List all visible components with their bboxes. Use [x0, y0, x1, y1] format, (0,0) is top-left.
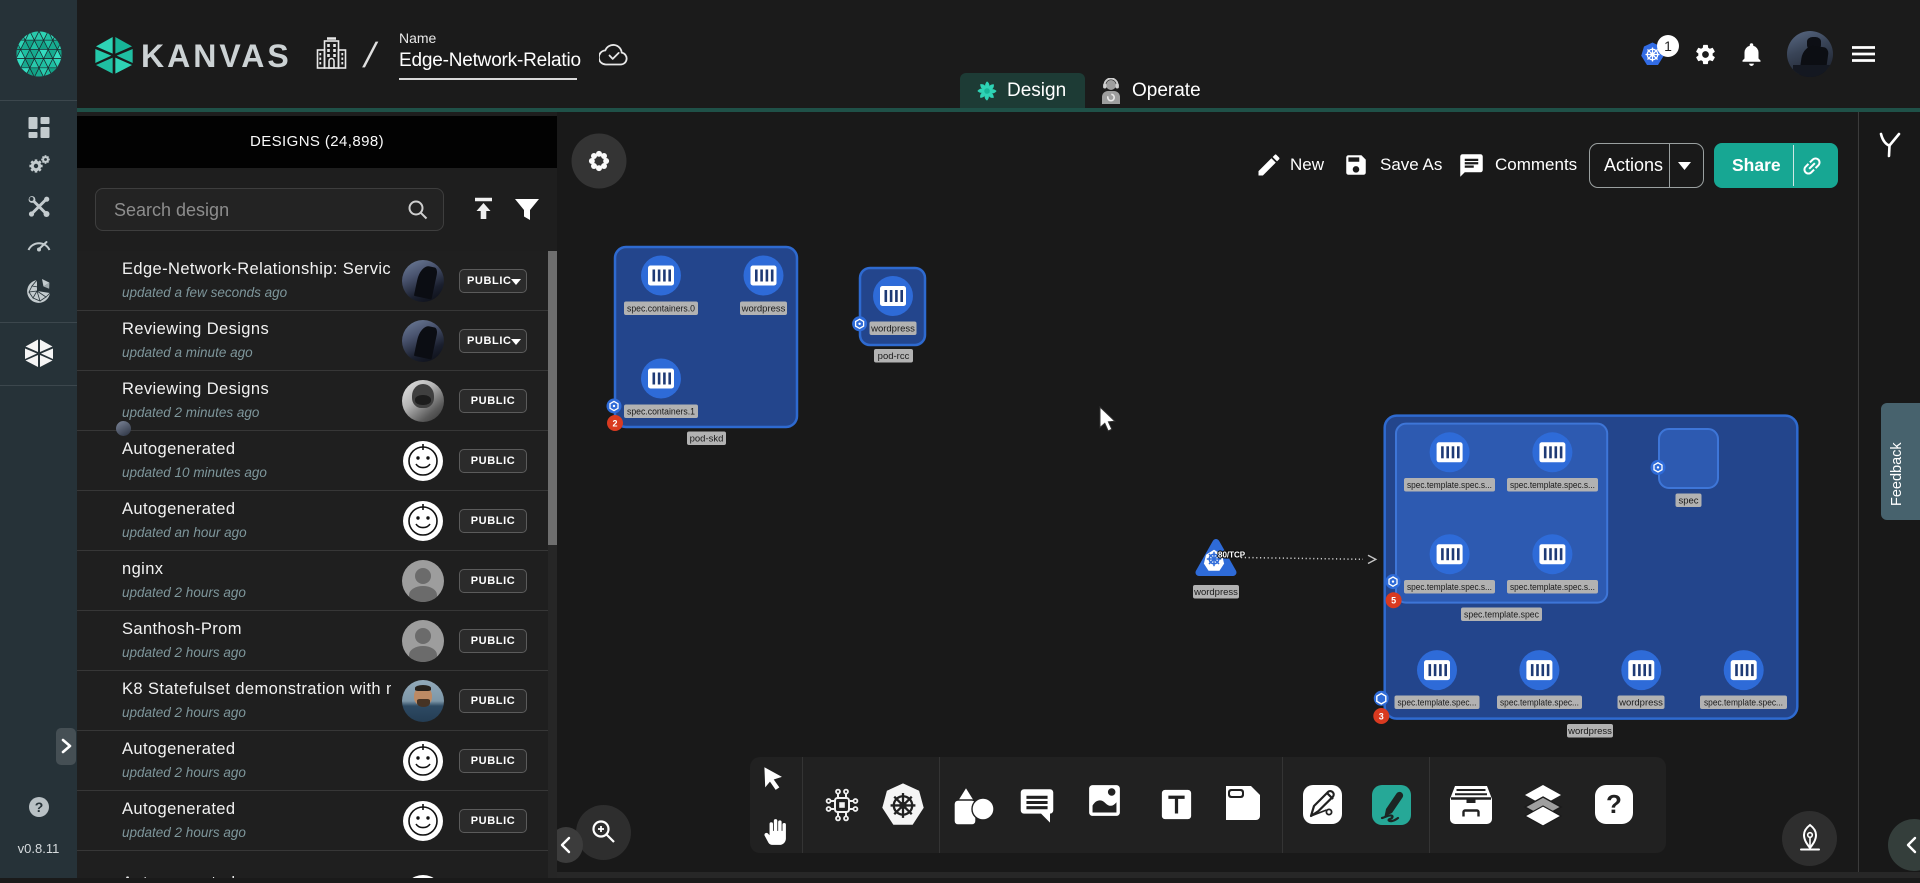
svg-text:spec.template.spec.s...: spec.template.spec.s... [1510, 480, 1595, 491]
svg-text:spec.template.spec...: spec.template.spec... [1500, 698, 1579, 709]
svg-text:spec.template.spec.s...: spec.template.spec.s... [1407, 582, 1492, 593]
svg-text:wordpress: wordpress [1567, 726, 1612, 737]
svg-text:spec.template.spec.s...: spec.template.spec.s... [1510, 582, 1595, 593]
svg-text:wordpress: wordpress [1193, 587, 1238, 598]
svg-text:spec.template.spec.s...: spec.template.spec.s... [1407, 480, 1492, 491]
svg-text:spec.template.spec: spec.template.spec [1464, 610, 1539, 621]
svg-text:pod-rcc: pod-rcc [878, 351, 910, 362]
svg-text:spec.containers.1: spec.containers.1 [627, 407, 695, 418]
svg-text:?: ? [1606, 789, 1622, 819]
svg-text:wordpress: wordpress [1618, 698, 1663, 709]
svg-text:wordpress: wordpress [870, 324, 915, 335]
svg-text:5: 5 [1391, 596, 1396, 606]
svg-text:?: ? [34, 799, 43, 815]
svg-text:wordpress: wordpress [741, 304, 786, 315]
svg-text:spec.containers.0: spec.containers.0 [627, 304, 695, 315]
svg-text:2: 2 [612, 419, 617, 429]
svg-text:spec.template.spec...: spec.template.spec... [1398, 698, 1477, 709]
svg-text:spec.template.spec...: spec.template.spec... [1704, 698, 1783, 709]
svg-text:spec: spec [1678, 496, 1698, 507]
svg-text:3: 3 [1379, 712, 1384, 722]
svg-text:pod-skd: pod-skd [690, 434, 724, 445]
